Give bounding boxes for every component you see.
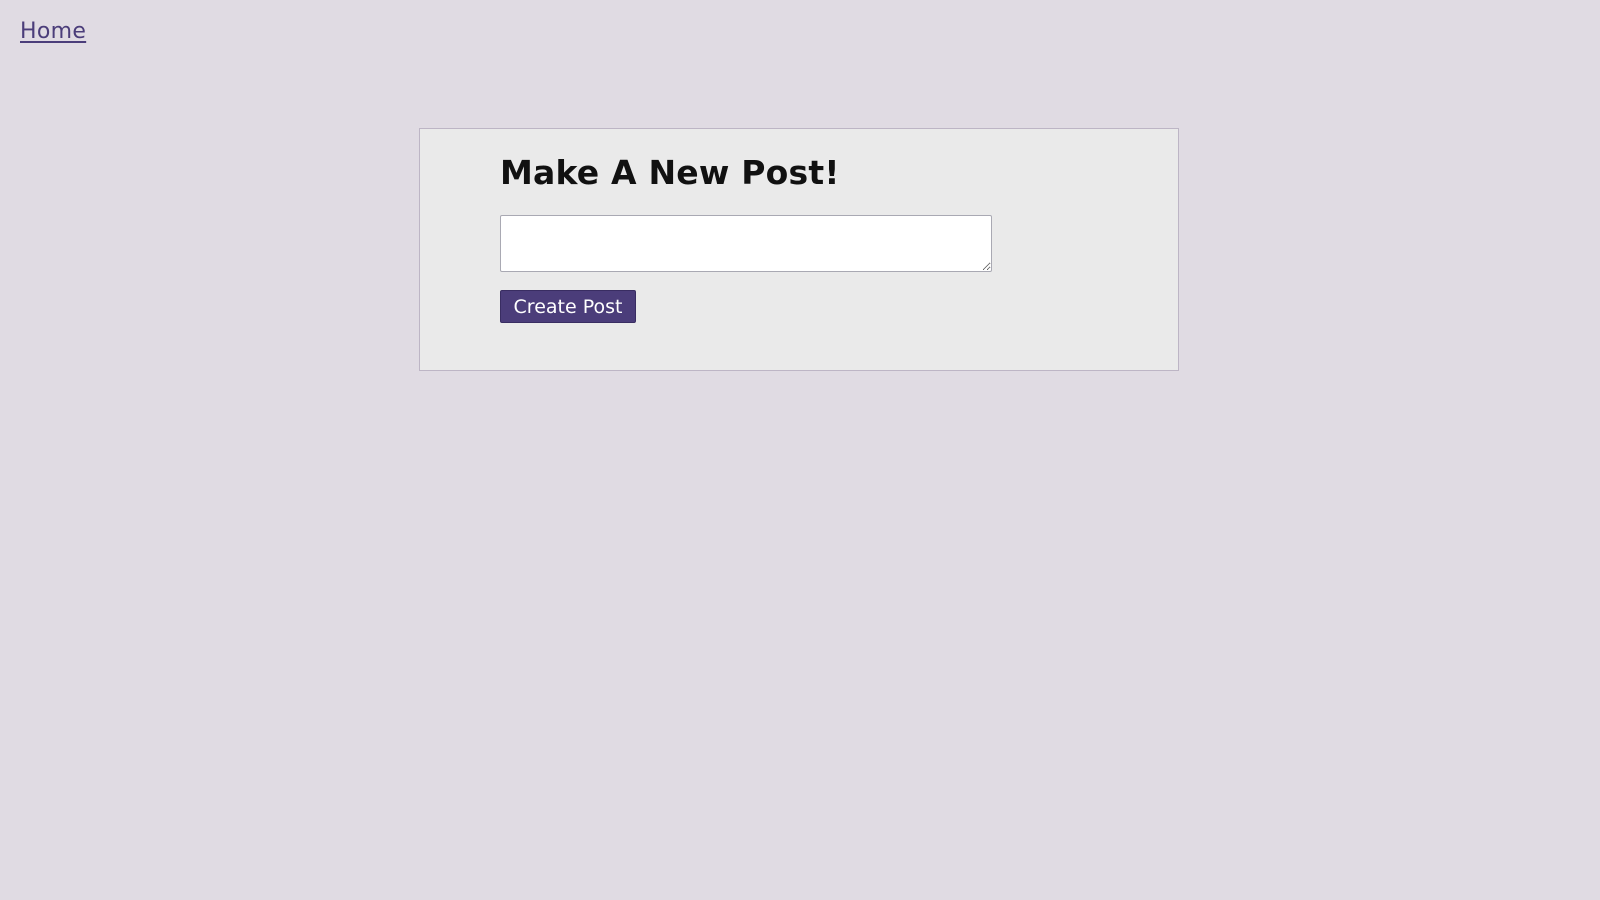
post-content-textarea[interactable] <box>500 215 992 272</box>
page-title: Make A New Post! <box>500 153 840 192</box>
create-post-button[interactable]: Create Post <box>500 290 636 323</box>
new-post-panel: Make A New Post! Create Post <box>419 128 1179 371</box>
home-link[interactable]: Home <box>20 19 86 44</box>
